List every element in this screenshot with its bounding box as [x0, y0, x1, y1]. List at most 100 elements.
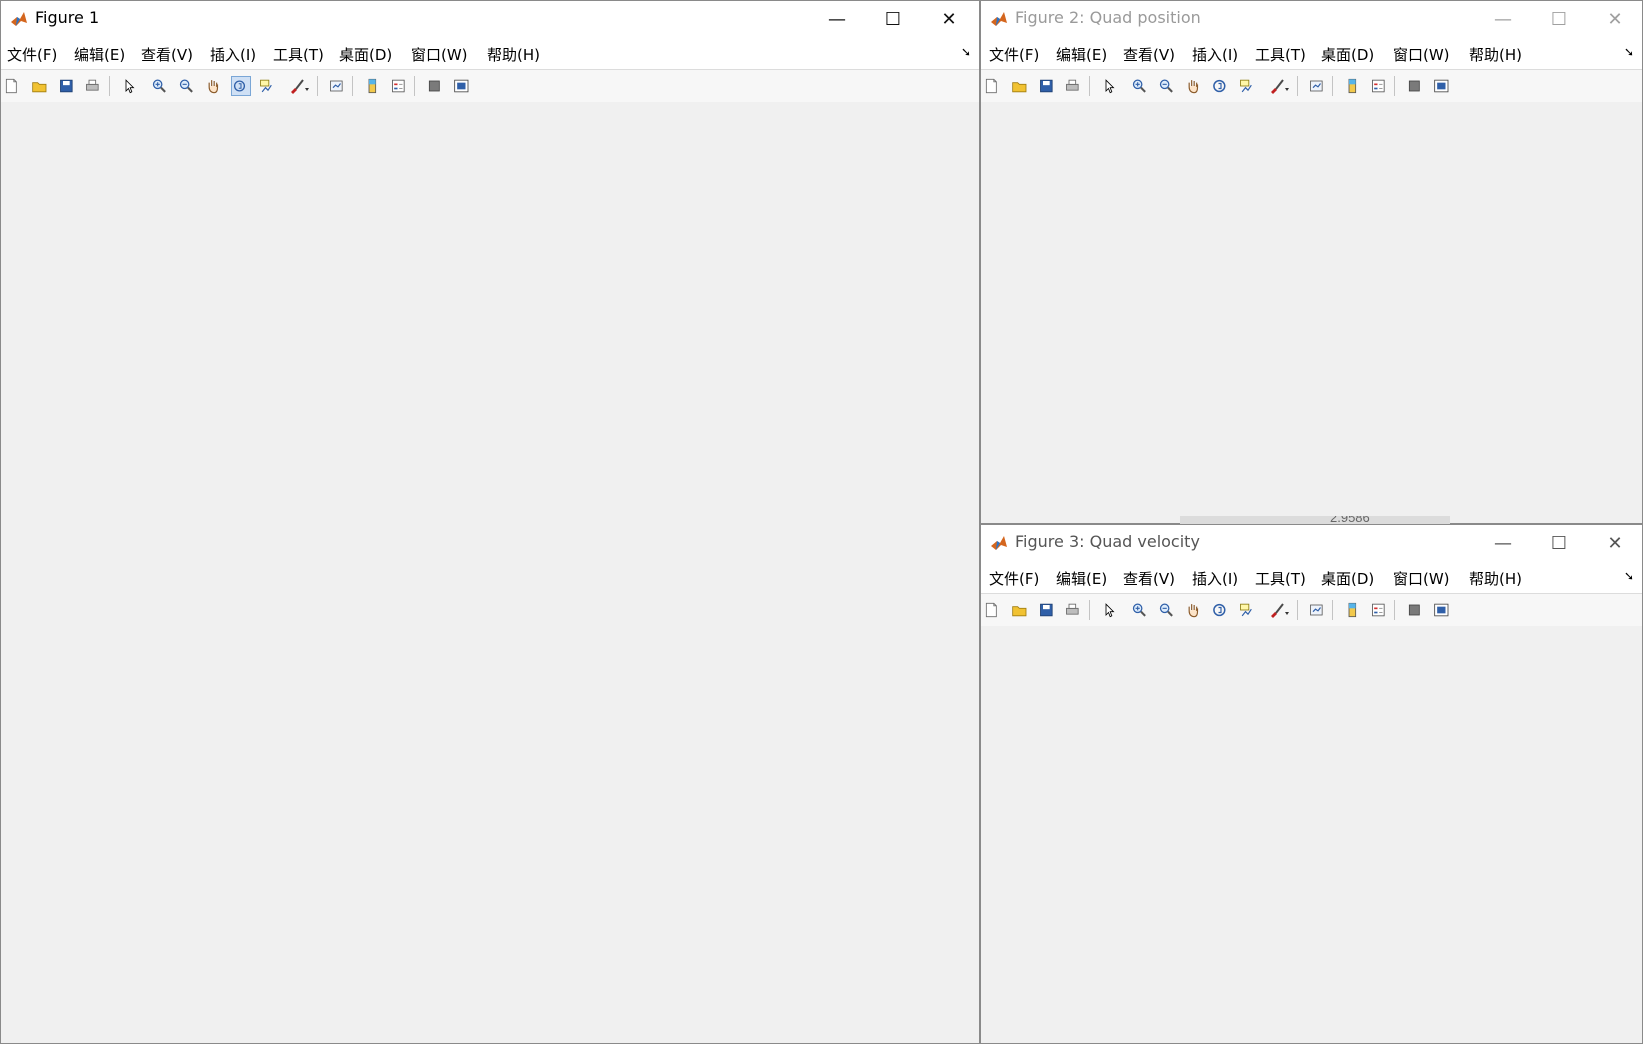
open-file-icon[interactable] [1011, 76, 1031, 96]
dock-arrow-icon[interactable]: ➘ [961, 45, 971, 59]
menu-window[interactable]: 窗口(W) [411, 44, 468, 65]
legend-icon[interactable] [1370, 600, 1390, 620]
show-plot-tools-icon[interactable] [1433, 76, 1453, 96]
data-cursor-icon[interactable] [1238, 600, 1258, 620]
menu-tools[interactable]: 工具(T) [1255, 44, 1306, 65]
figure-2-window[interactable]: 024681012024time [s]x [m]024681012-101ti… [980, 0, 1643, 524]
save-icon[interactable] [1038, 600, 1058, 620]
hide-plot-tools-icon[interactable] [1406, 600, 1426, 620]
title-bar[interactable]: 00.511.522.533.54-1.5-1-0.500.511.5-0.50… [1, 1, 979, 37]
menu-insert[interactable]: 插入(I) [1192, 568, 1238, 589]
maximize-button[interactable]: ☐ [1531, 525, 1587, 561]
show-plot-tools-icon[interactable] [453, 76, 473, 96]
velocity-plots[interactable] [981, 626, 1642, 1044]
minimize-button[interactable]: — [1475, 1, 1531, 37]
plot3d[interactable] [1, 102, 979, 1044]
zoom-in-icon[interactable] [1131, 76, 1151, 96]
colorbar-icon[interactable] [364, 76, 384, 96]
menu-insert[interactable]: 插入(I) [1192, 44, 1238, 65]
show-plot-tools-icon[interactable] [1433, 600, 1453, 620]
toolbar-separator [414, 76, 415, 96]
close-button[interactable]: ✕ [1587, 1, 1642, 37]
data-cursor-icon[interactable] [258, 76, 278, 96]
rotate-3d-icon[interactable] [231, 76, 251, 96]
figure-toolbar [981, 69, 1642, 103]
menu-view[interactable]: 查看(V) [1123, 568, 1175, 589]
menu-help[interactable]: 帮助(H) [487, 44, 540, 65]
menu-help[interactable]: 帮助(H) [1469, 568, 1522, 589]
dock-arrow-icon[interactable]: ➘ [1624, 569, 1634, 583]
legend-icon[interactable] [1370, 76, 1390, 96]
open-file-icon[interactable] [31, 76, 51, 96]
position-plots[interactable] [981, 102, 1642, 524]
link-plot-icon[interactable] [328, 76, 348, 96]
menu-file[interactable]: 文件(F) [7, 44, 57, 65]
menu-view[interactable]: 查看(V) [141, 44, 193, 65]
menu-desktop[interactable]: 桌面(D) [1321, 44, 1374, 65]
brush-icon[interactable] [1266, 600, 1292, 620]
menu-edit[interactable]: 编辑(E) [74, 44, 125, 65]
menu-edit[interactable]: 编辑(E) [1056, 568, 1107, 589]
new-figure-icon[interactable] [983, 76, 1003, 96]
print-icon[interactable] [1064, 76, 1084, 96]
menu-file[interactable]: 文件(F) [989, 568, 1039, 589]
pan-icon[interactable] [1185, 600, 1205, 620]
print-icon[interactable] [1064, 600, 1084, 620]
menu-view[interactable]: 查看(V) [1123, 44, 1175, 65]
menu-window[interactable]: 窗口(W) [1393, 568, 1450, 589]
figure-1-window[interactable]: 00.511.522.533.54-1.5-1-0.500.511.5-0.50… [0, 0, 980, 1044]
figure-toolbar [1, 69, 979, 103]
pan-icon[interactable] [1185, 76, 1205, 96]
menu-desktop[interactable]: 桌面(D) [1321, 568, 1374, 589]
save-icon[interactable] [58, 76, 78, 96]
window-title: Figure 2: Quad position [1015, 8, 1201, 27]
hide-plot-tools-icon[interactable] [426, 76, 446, 96]
rotate-3d-icon[interactable] [1211, 600, 1231, 620]
menu-tools[interactable]: 工具(T) [1255, 568, 1306, 589]
pan-icon[interactable] [205, 76, 225, 96]
new-figure-icon[interactable] [983, 600, 1003, 620]
minimize-button[interactable]: — [809, 1, 865, 37]
menu-window[interactable]: 窗口(W) [1393, 44, 1450, 65]
hide-plot-tools-icon[interactable] [1406, 76, 1426, 96]
title-bar[interactable]: 024681012024time [s]x [m]024681012-101ti… [981, 1, 1642, 37]
menu-edit[interactable]: 编辑(E) [1056, 44, 1107, 65]
pointer-icon[interactable] [1101, 600, 1121, 620]
zoom-in-icon[interactable] [151, 76, 171, 96]
menu-insert[interactable]: 插入(I) [210, 44, 256, 65]
menu-file[interactable]: 文件(F) [989, 44, 1039, 65]
menu-help[interactable]: 帮助(H) [1469, 44, 1522, 65]
legend-icon[interactable] [390, 76, 410, 96]
maximize-button[interactable]: ☐ [865, 1, 921, 37]
menu-desktop[interactable]: 桌面(D) [339, 44, 392, 65]
print-icon[interactable] [84, 76, 104, 96]
link-plot-icon[interactable] [1308, 600, 1328, 620]
menu-tools[interactable]: 工具(T) [273, 44, 324, 65]
colorbar-icon[interactable] [1344, 600, 1364, 620]
title-bar[interactable]: 02468101200.20.40.6time [s]xdot [m/s]024… [981, 525, 1642, 561]
zoom-out-icon[interactable] [1158, 600, 1178, 620]
zoom-out-icon[interactable] [1158, 76, 1178, 96]
zoom-out-icon[interactable] [178, 76, 198, 96]
toolbar-separator [1089, 600, 1090, 620]
data-cursor-icon[interactable] [1238, 76, 1258, 96]
colorbar-icon[interactable] [1344, 76, 1364, 96]
close-button[interactable]: ✕ [1587, 525, 1642, 561]
brush-icon[interactable] [1266, 76, 1292, 96]
rotate-3d-icon[interactable] [1211, 76, 1231, 96]
matlab-logo-icon: 00.511.522.533.54-1.5-1-0.500.511.5-0.50… [11, 12, 27, 26]
pointer-icon[interactable] [121, 76, 141, 96]
link-plot-icon[interactable] [1308, 76, 1328, 96]
brush-icon[interactable] [286, 76, 312, 96]
maximize-button[interactable]: ☐ [1531, 1, 1587, 37]
figure-3-window[interactable]: 02468101200.20.40.6time [s]xdot [m/s]024… [980, 524, 1643, 1044]
save-icon[interactable] [1038, 76, 1058, 96]
menu-bar: 文件(F) 编辑(E) 查看(V) 插入(I) 工具(T) 桌面(D) 窗口(W… [981, 37, 1642, 69]
new-figure-icon[interactable] [3, 76, 23, 96]
dock-arrow-icon[interactable]: ➘ [1624, 45, 1634, 59]
minimize-button[interactable]: — [1475, 525, 1531, 561]
pointer-icon[interactable] [1101, 76, 1121, 96]
close-button[interactable]: ✕ [921, 1, 977, 37]
zoom-in-icon[interactable] [1131, 600, 1151, 620]
open-file-icon[interactable] [1011, 600, 1031, 620]
